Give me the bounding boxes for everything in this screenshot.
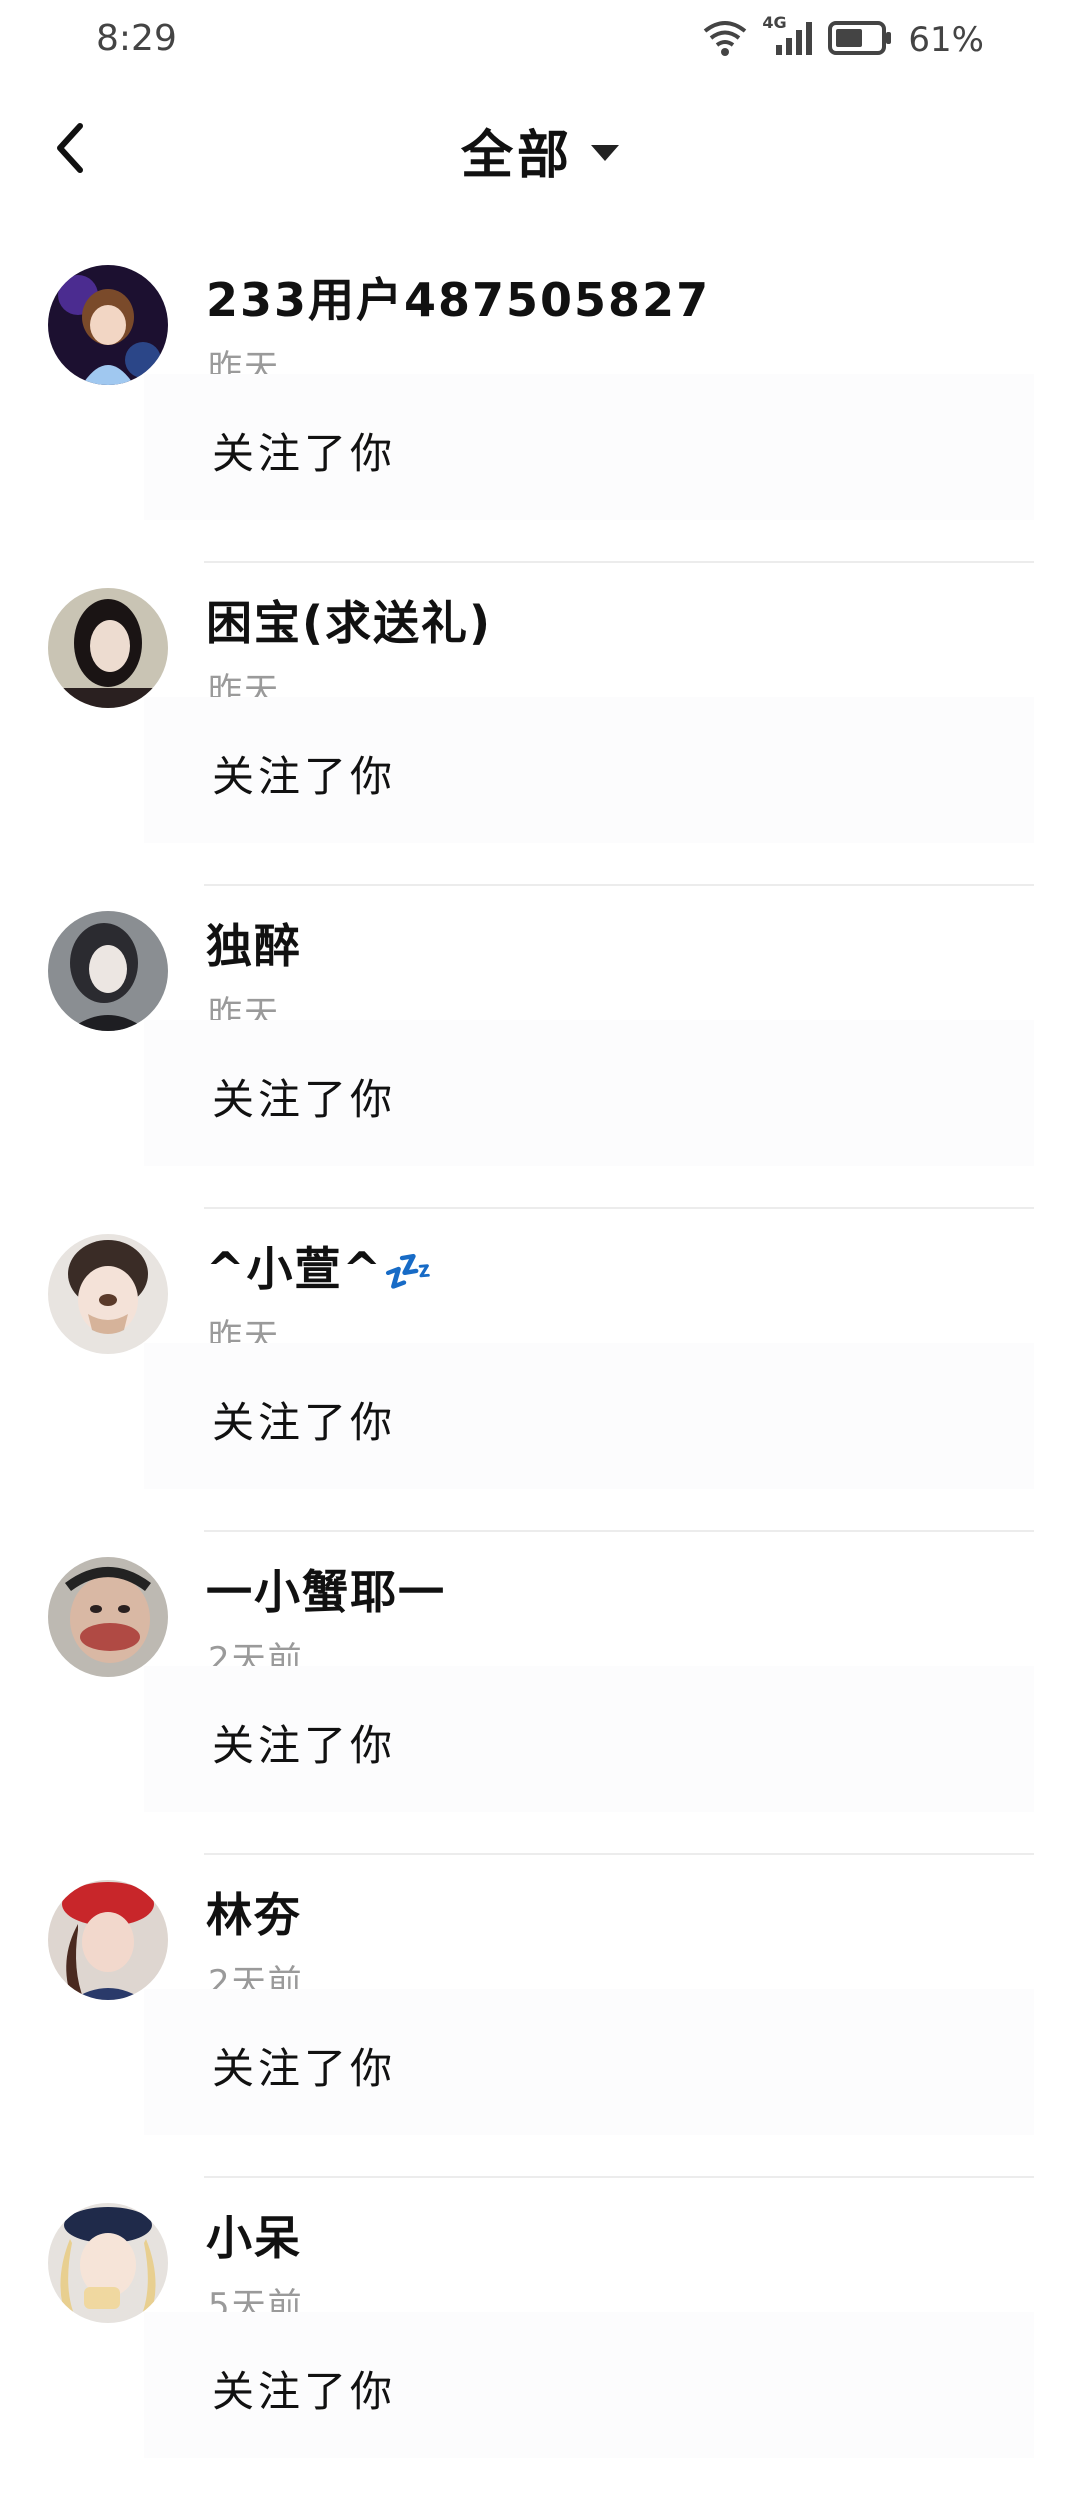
status-bar: 8:29 4G 61% — [0, 0, 1080, 80]
list-item[interactable]: 林夯 2天前 关注了你 — [0, 1855, 1080, 2178]
notification-message: 关注了你 — [212, 1075, 397, 1124]
status-time: 8:29 — [96, 18, 177, 59]
battery-percent: 61% — [908, 20, 984, 60]
notification-message: 关注了你 — [212, 429, 397, 478]
notification-message: 关注了你 — [212, 2367, 397, 2416]
notification-message: 关注了你 — [212, 2044, 397, 2093]
avatar-girl-dog-filter-icon[interactable] — [48, 1234, 168, 1354]
user-name[interactable]: 独醉 — [206, 910, 302, 976]
notification-message: 关注了你 — [212, 1721, 397, 1770]
filter-dropdown[interactable]: 全部 — [0, 118, 1080, 186]
user-name[interactable]: ^小萱^💤 — [206, 1233, 435, 1299]
user-name[interactable]: 小呆 — [206, 2202, 302, 2268]
avatar-red-beret-girl-icon[interactable] — [48, 1880, 168, 2000]
status-indicators: 4G 61% — [702, 13, 984, 62]
avatar-funny-face-icon[interactable] — [48, 1557, 168, 1677]
notification-list: 233用户487505827 昨天 关注了你 困宝(求送礼) 昨天 关注了你 独… — [0, 240, 1080, 2501]
list-item[interactable]: 小呆 5天前 关注了你 — [0, 2178, 1080, 2501]
list-item[interactable]: 困宝(求送礼) 昨天 关注了你 — [0, 563, 1080, 886]
wifi-icon — [702, 19, 748, 61]
notification-message: 关注了你 — [212, 1398, 397, 1447]
page-title: 全部 — [460, 125, 573, 186]
list-item[interactable]: 一小蟹耶一 2天前 关注了你 — [0, 1532, 1080, 1855]
network-type-label: 4G — [762, 13, 787, 32]
cellular-signal-icon: 4G — [762, 13, 814, 61]
avatar-anime-woman-icon[interactable] — [48, 911, 168, 1031]
user-name[interactable]: 林夯 — [206, 1879, 302, 1945]
list-item[interactable]: 233用户487505827 昨天 关注了你 — [0, 240, 1080, 563]
user-name[interactable]: 困宝(求送礼) — [206, 587, 492, 653]
battery-icon — [828, 20, 894, 60]
notification-message: 关注了你 — [212, 752, 397, 801]
list-item[interactable]: 独醉 昨天 关注了你 — [0, 886, 1080, 1209]
sleep-emoji: 💤 — [383, 1249, 435, 1295]
header: 全部 — [0, 100, 1080, 200]
avatar-woman-icon[interactable] — [48, 588, 168, 708]
user-name[interactable]: 233用户487505827 — [206, 264, 710, 330]
caret-down-icon — [591, 145, 619, 161]
user-name-text: ^小萱^ — [206, 1242, 384, 1296]
list-item[interactable]: ^小萱^💤 昨天 关注了你 — [0, 1209, 1080, 1532]
avatar-anime-girl-icon[interactable] — [48, 265, 168, 385]
user-name[interactable]: 一小蟹耶一 — [206, 1556, 446, 1622]
avatar-cap-girl-icon[interactable] — [48, 2203, 168, 2323]
